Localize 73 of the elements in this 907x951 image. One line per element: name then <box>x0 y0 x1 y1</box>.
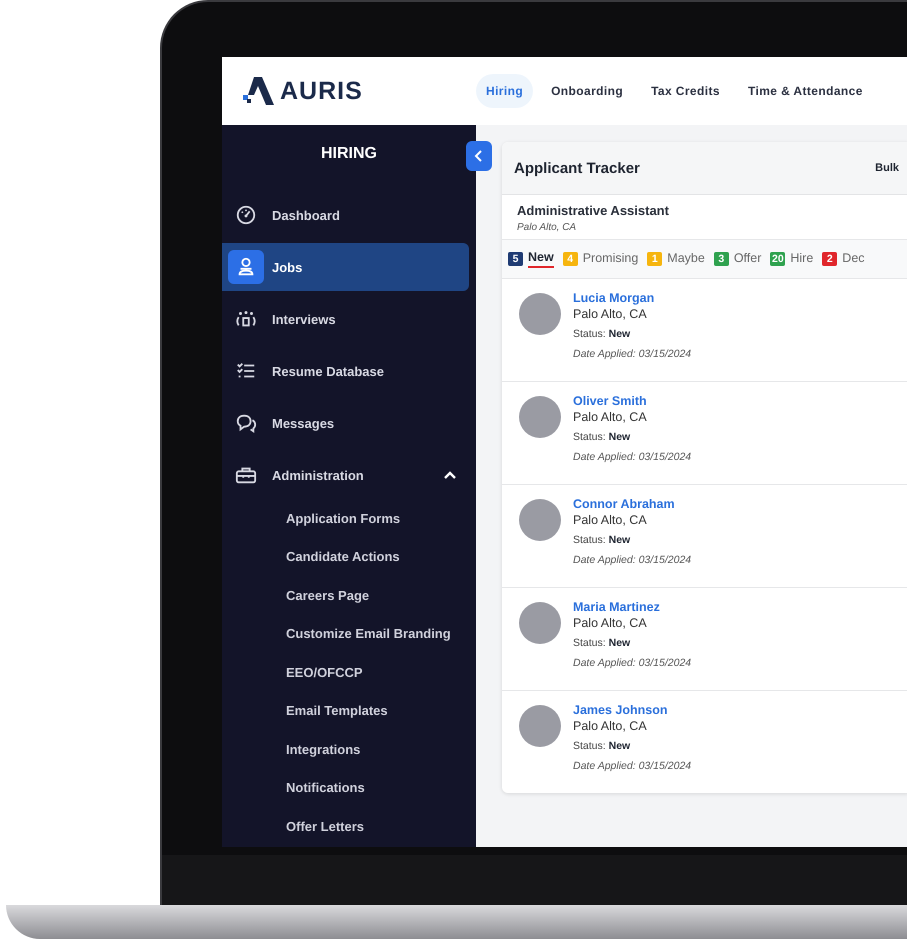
nav-tab[interactable]: Tax Credits <box>641 74 730 108</box>
chevron-up-icon[interactable] <box>443 470 457 480</box>
stage-tab[interactable]: 5 New <box>508 250 554 268</box>
date-applied: Date Applied: 03/15/2024 <box>573 451 692 463</box>
applicant-row[interactable]: Connor Abraham Palo Alto, CA Status: New Date Applied: 03/15/2024 <box>502 485 907 588</box>
nav-tab[interactable]: Onboarding <box>541 74 634 108</box>
applicant-location: Palo Alto, CA <box>573 513 647 527</box>
avatar <box>519 705 561 747</box>
applicant-location: Palo Alto, CA <box>573 616 647 630</box>
applicant-name[interactable]: Oliver Smith <box>573 394 647 408</box>
stage-tab[interactable]: 20 Hire <box>770 251 814 267</box>
job-title: Administrative Assistant <box>517 203 669 218</box>
stage-tab[interactable]: 2 Dec <box>822 251 865 267</box>
submenu-item[interactable]: Integrations <box>286 742 360 757</box>
date-applied: Date Applied: 03/15/2024 <box>573 554 692 566</box>
date-applied: Date Applied: 03/15/2024 <box>573 760 692 772</box>
gauge-icon <box>235 204 257 226</box>
chat-bubbles-icon <box>235 412 257 434</box>
nav-tab[interactable]: Time & Attendance <box>738 74 873 108</box>
submenu-item[interactable]: Candidate Actions <box>286 549 400 564</box>
count-badge: 20 <box>770 252 786 266</box>
count-badge: 3 <box>714 252 729 266</box>
applicant-row[interactable]: James Johnson Palo Alto, CA Status: New Date Applied: 03/15/2024 <box>502 691 907 793</box>
sidebar-item[interactable]: Dashboard <box>222 191 469 239</box>
count-badge: 2 <box>822 252 838 266</box>
submenu-item[interactable]: Email Templates <box>286 703 388 718</box>
avatar <box>519 293 561 335</box>
applicant-status: Status: New <box>573 637 630 649</box>
avatar <box>519 499 561 541</box>
sidebar-item[interactable]: Interviews <box>222 295 469 343</box>
bulk-action-button[interactable]: Bulk <box>875 162 899 174</box>
brand-name: AURIS <box>280 76 363 106</box>
stage-tab[interactable]: 3 Offer <box>714 251 762 267</box>
stage-tab[interactable]: 4 Promising <box>562 251 638 267</box>
avatar <box>519 396 561 438</box>
submenu-item[interactable]: Careers Page <box>286 588 370 603</box>
applicant-name[interactable]: James Johnson <box>573 703 668 717</box>
count-badge: 5 <box>508 252 523 266</box>
applicant-location: Palo Alto, CA <box>573 307 647 321</box>
logo-icon <box>242 77 274 105</box>
sidebar-item[interactable]: Resume Database <box>222 347 469 395</box>
applicant-status: Status: New <box>573 431 630 443</box>
sidebar-item[interactable]: Messages <box>222 399 469 447</box>
avatar <box>519 602 561 644</box>
applicant-status: Status: New <box>573 534 630 546</box>
sidebar-item[interactable]: Administration <box>222 451 469 499</box>
sidebar-title: HIRING <box>321 144 377 164</box>
tracker-title: Applicant Tracker <box>514 160 640 176</box>
job-location: Palo Alto, CA <box>517 222 576 233</box>
applicant-status: Status: New <box>573 328 630 340</box>
applicant-row[interactable]: Lucia Morgan Palo Alto, CA Status: New Date Applied: 03/15/2024 <box>502 279 907 382</box>
date-applied: Date Applied: 03/15/2024 <box>573 348 692 360</box>
date-applied: Date Applied: 03/15/2024 <box>573 657 692 669</box>
applicant-row[interactable]: Oliver Smith Palo Alto, CA Status: New Date Applied: 03/15/2024 <box>502 382 907 485</box>
applicant-status: Status: New <box>573 740 630 752</box>
submenu-item[interactable]: Customize Email Branding <box>286 626 451 642</box>
submenu-item[interactable]: EEO/OFCCP <box>286 664 363 680</box>
applicant-location: Palo Alto, CA <box>573 410 647 424</box>
applicant-name[interactable]: Maria Martinez <box>573 600 660 614</box>
count-badge: 4 <box>562 252 578 266</box>
nav-tab[interactable]: Hiring <box>476 74 534 108</box>
submenu-item[interactable]: Application Forms <box>286 510 400 526</box>
submenu-item[interactable]: Offer Letters <box>286 818 364 834</box>
applicant-name[interactable]: Connor Abraham <box>573 497 675 511</box>
applicant-row[interactable]: Maria Martinez Palo Alto, CA Status: New Date Applied: 03/15/2024 <box>502 588 907 691</box>
sidebar-item[interactable]: Jobs <box>222 243 469 291</box>
applicant-location: Palo Alto, CA <box>573 719 647 733</box>
count-badge: 1 <box>647 252 662 266</box>
submenu-item[interactable]: Notifications <box>286 780 365 796</box>
collapse-button[interactable] <box>466 141 492 171</box>
chevron-left-icon <box>474 150 484 162</box>
stage-tab[interactable]: 1 Maybe <box>647 251 705 267</box>
applicant-name[interactable]: Lucia Morgan <box>573 291 654 305</box>
